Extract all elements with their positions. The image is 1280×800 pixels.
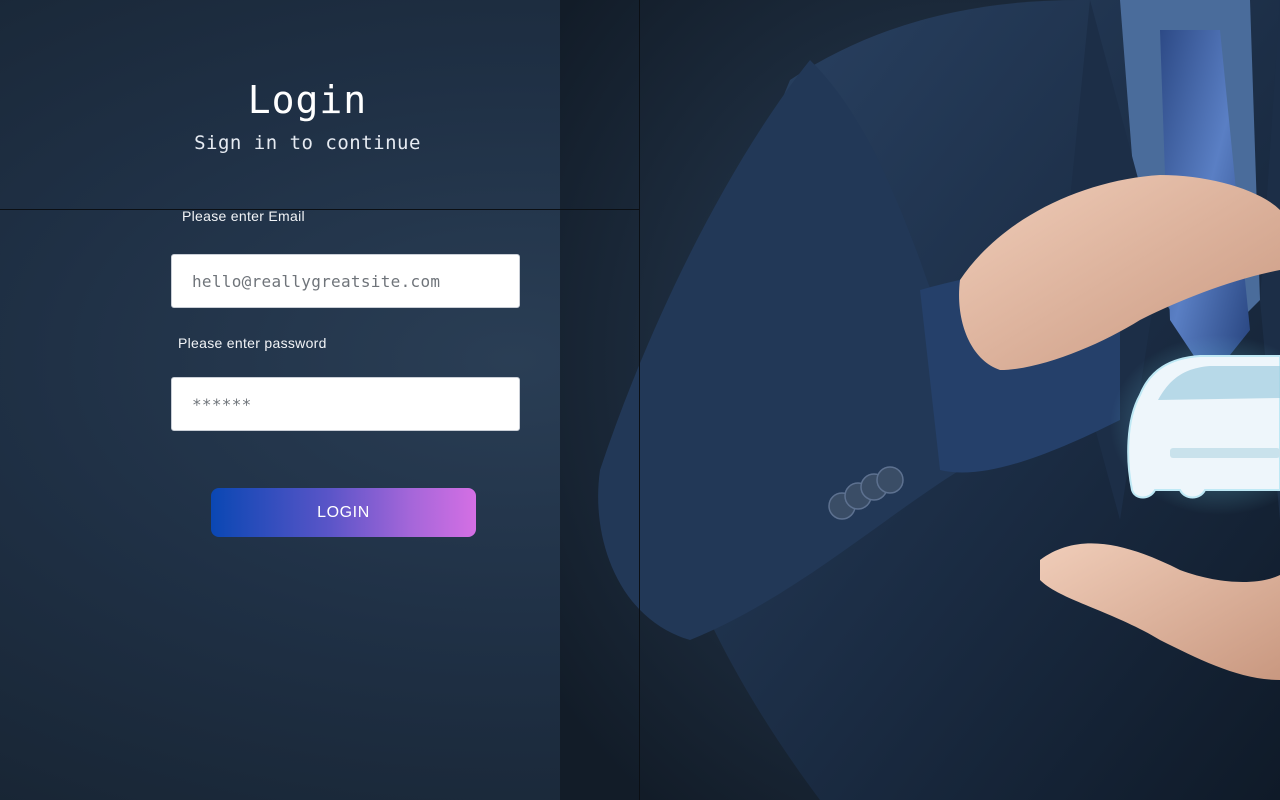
login-button[interactable]: LOGIN [211, 488, 476, 537]
login-screen: Login Sign in to continue Please enter E… [0, 0, 1280, 800]
page-subtitle: Sign in to continue [194, 132, 421, 154]
email-label: Please enter Email [182, 208, 305, 224]
email-field[interactable] [171, 254, 520, 308]
vertical-divider [639, 0, 640, 800]
horizontal-divider [0, 209, 639, 210]
page-title: Login [247, 78, 368, 122]
password-label: Please enter password [178, 335, 327, 351]
hero-image [560, 0, 1280, 800]
password-field[interactable] [171, 377, 520, 431]
